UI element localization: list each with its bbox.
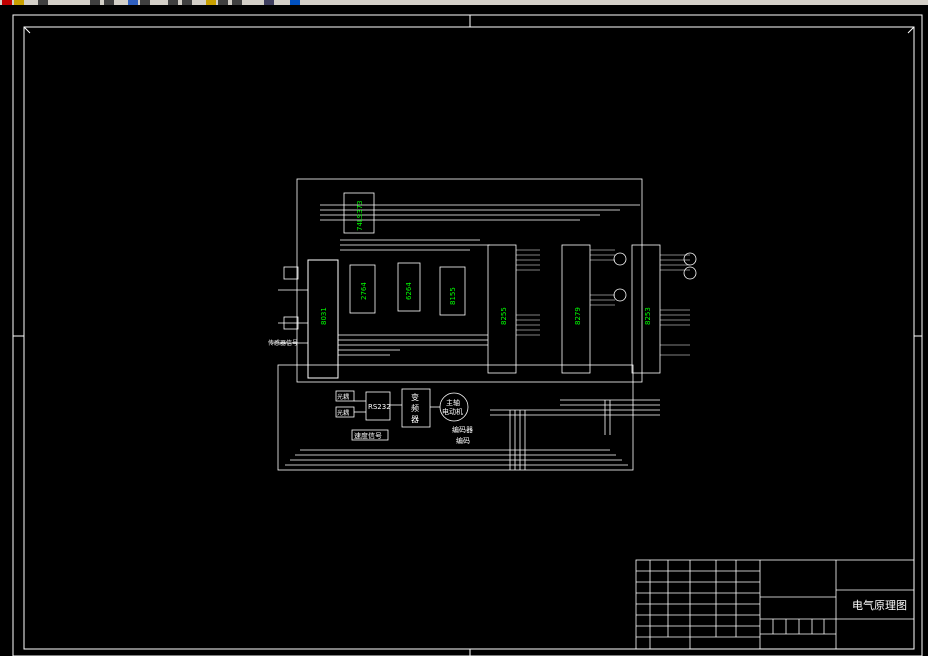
corner-tick-tr: [907, 26, 915, 34]
motor-label-1: 主轴: [446, 398, 460, 407]
encoder-label-2: 编码: [456, 436, 470, 445]
chip-label-eprom: 2764: [360, 282, 368, 300]
rs232-label: RS232: [368, 403, 391, 411]
chip-label-cpu: 8031: [320, 307, 328, 325]
display-symbol-4: [683, 266, 697, 280]
chip-labels: 8031 74LS373 2764 6264 8155 8255 8279 82…: [320, 200, 652, 325]
cad-drawing-canvas[interactable]: 8031 74LS373 2764 6264 8155 8255 8279 82…: [0, 5, 928, 656]
schematic: [270, 178, 697, 471]
chip-label-latch: 74LS373: [356, 200, 364, 231]
display-symbol-2: [613, 288, 627, 302]
chip-label-io-d: 8253: [644, 307, 652, 325]
opto-label-b: 光耦: [337, 409, 349, 417]
display-symbol-1: [613, 252, 627, 266]
driver-label-1: 变: [411, 392, 419, 402]
encoder-label-1: 编码器: [452, 425, 473, 434]
sensor-signal-label: 传感器信号: [268, 339, 298, 347]
driver-label-3: 器: [411, 415, 419, 424]
chip-label-io-c: 8279: [574, 307, 582, 325]
chip-label-ram: 6264: [405, 282, 413, 300]
spindle-motor-symbol: [439, 392, 469, 422]
signal-bundle: [277, 364, 634, 471]
speed-signal-label: 速度信号: [354, 431, 382, 440]
drawing-title: 电气原理图: [852, 598, 907, 612]
opto-label-a: 光耦: [337, 393, 349, 401]
motor-label-2: 电动机: [442, 407, 463, 416]
corner-tick-tl: [23, 26, 31, 34]
inner-border: [23, 26, 915, 650]
driver-label-2: 频: [411, 403, 419, 413]
chip-label-io-b: 8255: [500, 307, 508, 325]
chip-label-io-a: 8155: [449, 287, 457, 305]
